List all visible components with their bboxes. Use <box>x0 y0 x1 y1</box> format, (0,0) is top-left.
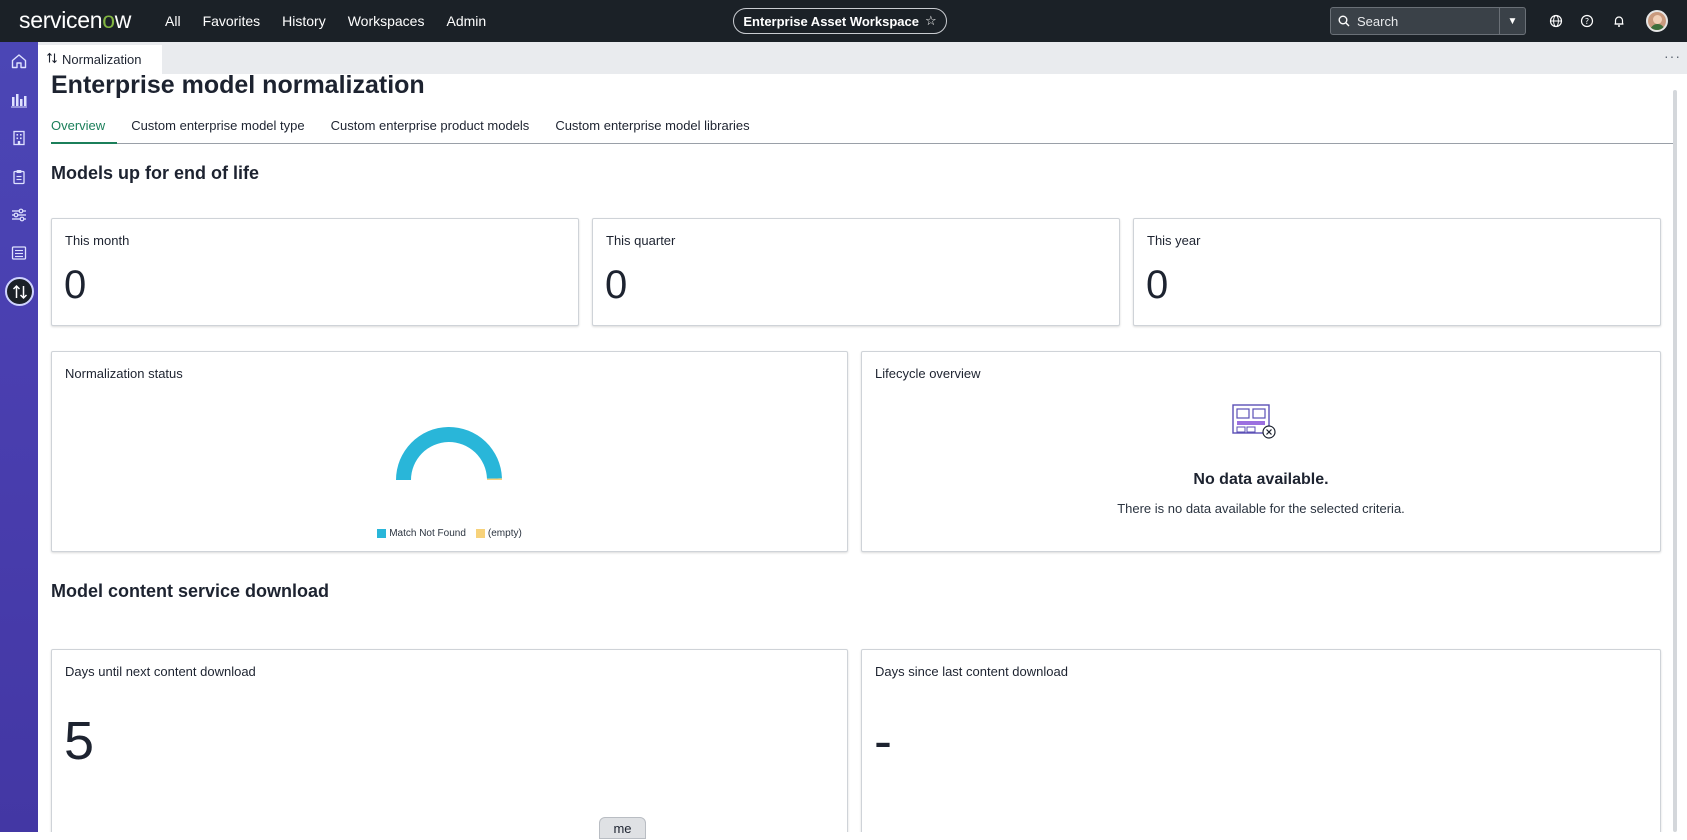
svg-text:?: ? <box>1585 17 1589 26</box>
card-title: Lifecycle overview <box>875 366 981 381</box>
star-icon[interactable]: ☆ <box>925 13 937 29</box>
bell-icon[interactable] <box>1610 12 1628 30</box>
main-menu: All Favorites History Workspaces Admin <box>165 0 508 42</box>
top-navigation: servicenow All Favorites History Workspa… <box>0 0 1687 42</box>
left-rail <box>0 42 38 832</box>
menu-all[interactable]: All <box>165 13 181 29</box>
page-scrollbar[interactable] <box>1673 90 1677 832</box>
tab-label: Normalization <box>62 52 142 67</box>
days-since-last-card[interactable]: Days since last content download - <box>861 649 1661 832</box>
sliders-icon[interactable] <box>9 205 29 225</box>
no-data-illustration-icon <box>1232 404 1278 445</box>
analytics-icon[interactable] <box>9 90 29 110</box>
building-icon[interactable] <box>9 128 29 148</box>
card-value: 0 <box>605 263 628 307</box>
sort-arrows-icon <box>46 52 58 67</box>
help-icon[interactable]: ? <box>1578 12 1596 30</box>
eol-heading: Models up for end of life <box>51 163 259 183</box>
legend-item-match-not-found[interactable]: Match Not Found <box>377 528 466 539</box>
days-until-next-card[interactable]: Days until next content download 5 <box>51 649 848 832</box>
workspace-title: Enterprise Asset Workspace <box>743 13 919 29</box>
subtab-custom-product-models[interactable]: Custom enterprise product models <box>331 116 530 144</box>
card-title: Days since last content download <box>875 664 1068 679</box>
globe-icon[interactable] <box>1547 12 1565 30</box>
subtab-custom-model-type[interactable]: Custom enterprise model type <box>131 116 304 144</box>
tab-strip: Normalization ··· <box>38 42 1687 74</box>
no-data-title: No data available. <box>1193 471 1329 488</box>
this-month-card[interactable]: This month 0 <box>51 218 579 326</box>
card-title: This year <box>1147 233 1201 248</box>
card-title: This quarter <box>606 233 676 248</box>
avatar[interactable] <box>1646 10 1668 32</box>
servicenow-logo[interactable]: servicenow <box>19 7 131 34</box>
normalization-donut-chart <box>396 427 502 480</box>
more-options-icon[interactable]: ··· <box>1664 48 1681 64</box>
legend-swatch <box>475 529 485 538</box>
card-title: This month <box>65 233 130 248</box>
normalization-icon[interactable] <box>5 277 34 306</box>
list-icon[interactable] <box>9 243 29 263</box>
donut-slice-match-not-found[interactable] <box>396 427 502 480</box>
tab-normalization[interactable]: Normalization <box>38 45 162 74</box>
chart-legend: Match Not Found (empty) <box>52 528 847 539</box>
card-value: 0 <box>64 263 87 307</box>
menu-favorites[interactable]: Favorites <box>203 13 261 29</box>
floating-tab-button[interactable]: me <box>599 817 646 839</box>
no-data-subtitle: There is no data available for the selec… <box>1117 501 1405 516</box>
chevron-down-icon[interactable]: ▼ <box>1499 8 1525 34</box>
search-icon <box>1331 15 1357 27</box>
card-value: 0 <box>1146 263 1169 307</box>
legend-swatch <box>377 529 387 538</box>
page-title: Enterprise model normalization <box>51 74 425 99</box>
subtab-overview[interactable]: Overview <box>51 116 118 144</box>
main-content: Enterprise model normalization Overview … <box>38 74 1673 832</box>
menu-admin[interactable]: Admin <box>446 13 486 29</box>
mcs-heading: Model content service download <box>51 581 330 601</box>
clipboard-icon[interactable] <box>9 167 29 187</box>
this-quarter-card[interactable]: This quarter 0 <box>592 218 1120 326</box>
card-title: Days until next content download <box>65 664 256 679</box>
card-value: 5 <box>64 711 95 771</box>
home-icon[interactable] <box>9 51 29 71</box>
workspace-pill[interactable]: Enterprise Asset Workspace ☆ <box>733 8 947 34</box>
menu-history[interactable]: History <box>282 13 326 29</box>
subtab-custom-model-libraries[interactable]: Custom enterprise model libraries <box>555 116 749 144</box>
this-year-card[interactable]: This year 0 <box>1133 218 1661 326</box>
card-value: - <box>874 711 892 771</box>
lifecycle-overview-card: Lifecycle overview No data available. Th… <box>861 351 1661 552</box>
legend-item-empty[interactable]: (empty) <box>475 528 522 539</box>
subtabs: Overview Custom enterprise model type Cu… <box>51 116 1673 144</box>
global-search[interactable]: Search ▼ <box>1330 7 1526 35</box>
search-input[interactable]: Search <box>1357 14 1499 29</box>
normalization-status-card: Normalization status Match Not Found (em… <box>51 351 848 552</box>
menu-workspaces[interactable]: Workspaces <box>348 13 425 29</box>
